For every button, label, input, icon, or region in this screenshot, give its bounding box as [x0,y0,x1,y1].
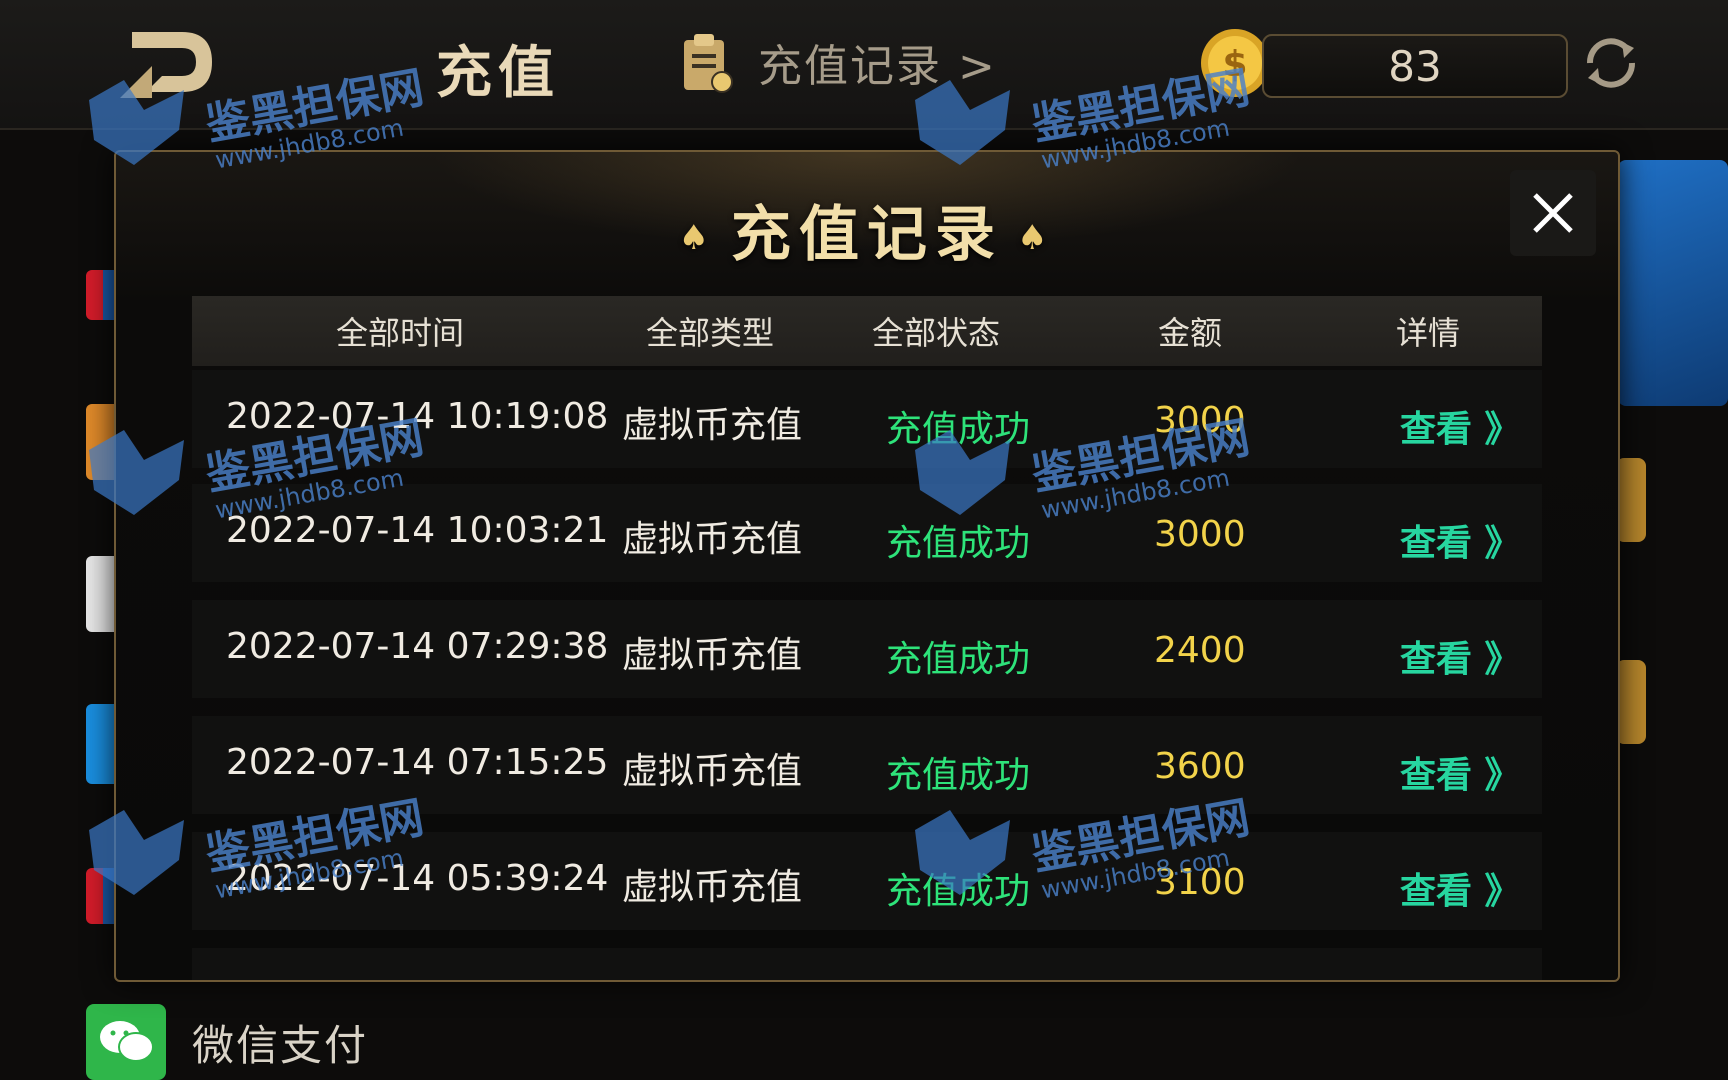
top-bar: 充值 充值记录 > $ 83 [0,0,1728,130]
row-amount: 3000 [1154,514,1246,555]
refresh-icon[interactable] [1578,30,1644,96]
recharge-records-modal: ♠ 充值记录 ♠ 全部时间 全部类型 全部状态 金额 详情 2022-07-14 1… [114,150,1620,982]
row-status: 充值成功 [886,639,1031,680]
row-time: 2022-07-14 07:29:38 [226,626,609,667]
clipboard-icon [672,28,740,96]
side-button[interactable] [1616,458,1646,542]
modal-title-text: 充值记录 [731,200,1003,270]
column-detail: 详情 [1396,314,1461,352]
row-status: 充值成功 [886,755,1031,796]
row-time: 2022-07-14 07:15:25 [226,742,609,783]
svg-text:$: $ [1222,44,1247,85]
row-type: 虚拟币充值 [622,751,803,792]
recharge-records-link[interactable]: 充值记录 > [672,22,997,102]
row-amount: 2400 [1154,630,1246,671]
row-type: 虚拟币充值 [622,635,803,676]
records-link-label: 充值记录 > [758,41,997,92]
row-amount: 3600 [1154,746,1246,787]
spade-icon: ♠ [678,218,717,259]
row-amount: 3100 [1154,862,1246,903]
column-status-filter[interactable]: 全部状态 [872,308,1000,354]
view-detail-link[interactable]: 查看 》 [1400,400,1521,452]
row-type: 虚拟币充值 [622,867,803,908]
row-type: 虚拟币充值 [622,405,803,446]
view-detail-link[interactable]: 查看 》 [1400,862,1521,914]
view-detail-link[interactable]: 查看 》 [1400,746,1521,798]
table-row: 2022-07-14 10:03:21 虚拟币充值 充值成功 3000 查看 》 [192,484,1542,582]
table-row: 2022-07-14 07:29:38 虚拟币充值 充值成功 2400 查看 》 [192,600,1542,698]
row-status: 充值成功 [886,409,1031,450]
balance-display: 83 [1262,34,1568,98]
row-status: 充值成功 [886,871,1031,912]
close-icon [1533,193,1573,233]
spade-icon: ♠ [1017,218,1056,259]
view-detail-link[interactable]: 查看 》 [1400,630,1521,682]
table-header: 全部时间 全部类型 全部状态 金额 详情 [192,296,1542,366]
column-amount: 金额 [1158,314,1223,352]
balance-value: 83 [1388,41,1442,91]
side-button[interactable] [1616,660,1646,744]
wechat-icon [86,1004,166,1080]
wechat-pay-option[interactable]: 微信支付 [86,1004,368,1080]
row-time: 2022-07-14 10:19:08 [226,396,609,437]
back-icon[interactable] [112,26,222,104]
view-detail-link[interactable]: 查看 》 [1400,514,1521,566]
row-amount: 3000 [1154,400,1246,441]
column-type-filter[interactable]: 全部类型 [646,308,774,354]
row-time: 2022-07-14 10:03:21 [226,510,609,551]
table-row: 2022-07-14 07:15:25 虚拟币充值 充值成功 3600 查看 》 [192,716,1542,814]
promo-card[interactable] [1618,160,1728,406]
coin-icon: $ [1198,26,1272,100]
table-row: 2022-07-14 10:19:08 虚拟币充值 充值成功 3000 查看 》 [192,370,1542,468]
page-title: 充值 [436,41,560,106]
column-time-filter[interactable]: 全部时间 [336,308,464,354]
row-time: 2022-07-14 05:39:24 [226,858,609,899]
table-row-partial [192,948,1542,980]
row-status: 充值成功 [886,523,1031,564]
wechat-pay-label: 微信支付 [192,1020,369,1070]
table-row: 2022-07-14 05:39:24 虚拟币充值 充值成功 3100 查看 》 [192,832,1542,930]
close-button[interactable] [1510,170,1596,256]
row-type: 虚拟币充值 [622,519,803,560]
modal-title: ♠ 充值记录 ♠ [116,186,1618,273]
